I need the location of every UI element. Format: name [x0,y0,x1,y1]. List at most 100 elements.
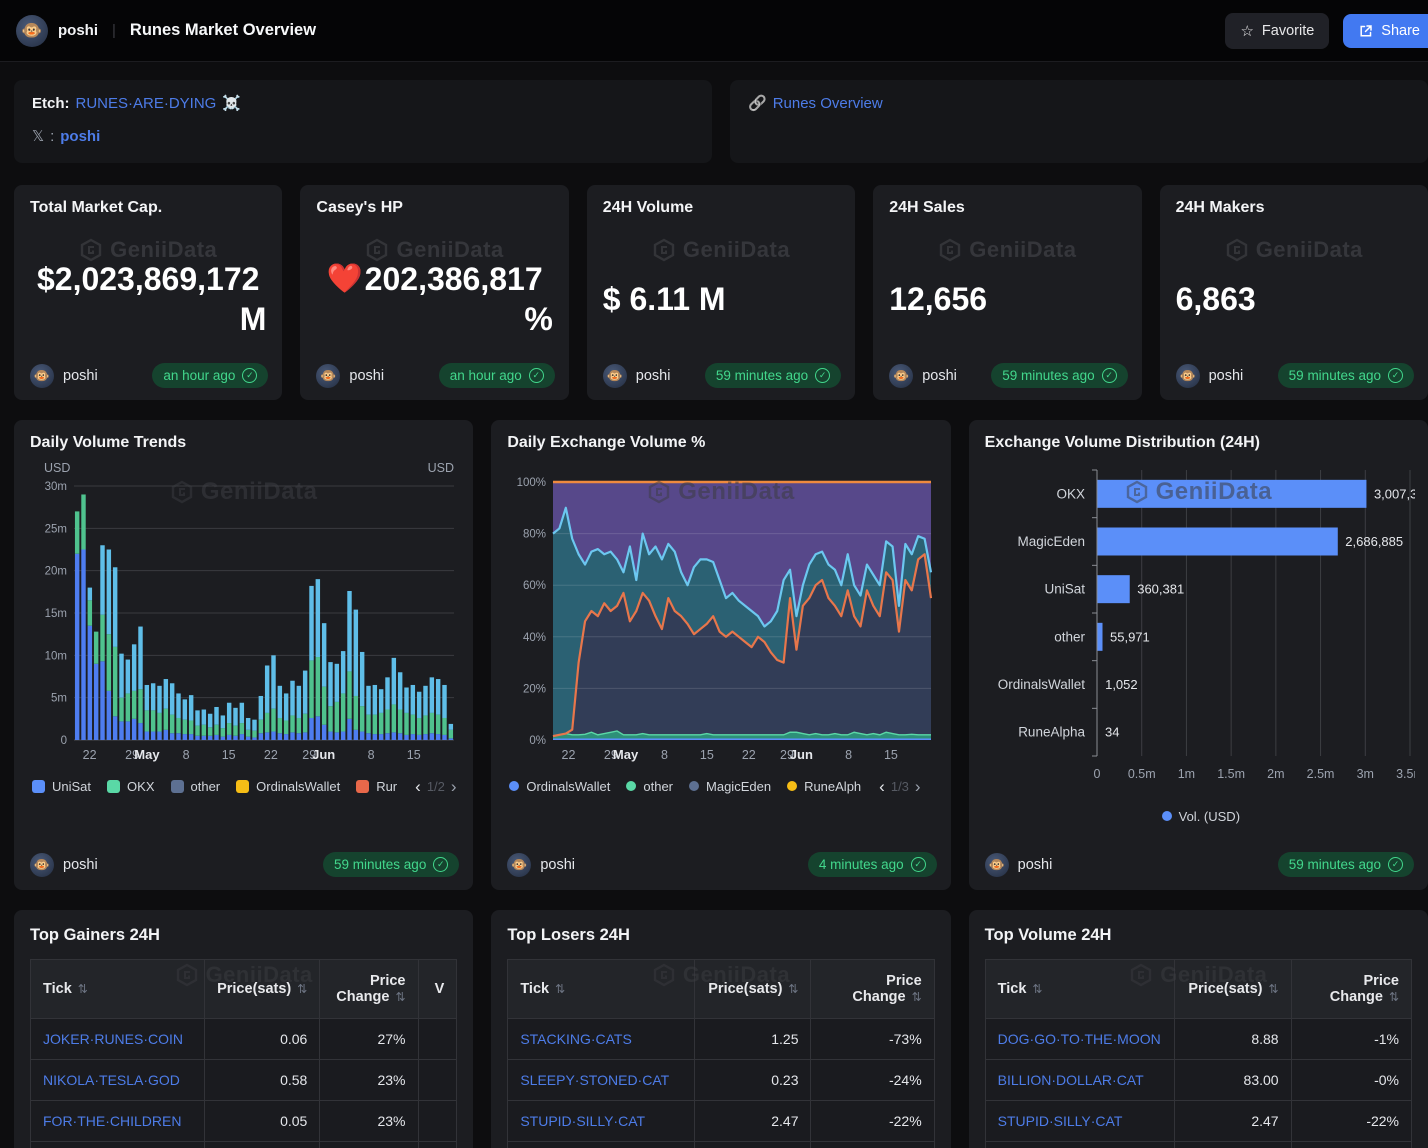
sort-icon[interactable]: ⇅ [555,982,565,996]
legend-label: RuneAlph [804,779,861,794]
runes-overview-link[interactable]: Runes Overview [773,95,883,112]
cell-value: 0.23 [694,1060,811,1101]
column-header-tick[interactable]: Tick⇅ [508,960,695,1019]
sort-icon[interactable]: ⇅ [1032,982,1042,996]
legend-label: Rur [376,779,397,794]
svg-text:10m: 10m [45,650,67,662]
legend-prev-arrow[interactable]: ‹ [415,778,421,795]
legend-item[interactable]: Rur [356,779,397,794]
legend-prev-arrow[interactable]: ‹ [879,778,885,795]
legend-item[interactable]: OrdinalsWallet [236,779,340,794]
sort-icon[interactable]: ⇅ [788,982,798,996]
author-avatar[interactable]: 🐵 [889,364,913,388]
exchange-volume-distribution-24h--chart[interactable]: 00.5m1m1.5m2m2.5m3m3.5mOKX3,007,318Magic… [985,456,1415,802]
table-row: JOKER·RUNES·COIN0.0627% [31,1019,457,1060]
tick-link[interactable]: BILLION·DOLLAR·CAT [985,1060,1174,1101]
author[interactable]: 🐵poshi [985,853,1053,877]
author-avatar[interactable]: 🐵 [30,364,54,388]
table-row: SLEEPY·STONED·CAT0.23-24% [508,1060,934,1101]
tick-link[interactable]: SLEEPY·STONED·CAT [508,1060,695,1101]
sort-icon[interactable]: ⇅ [1389,990,1399,1004]
legend-item[interactable]: OKX [107,779,154,794]
stat-title: 24H Makers [1176,199,1412,217]
author-avatar[interactable]: 🐵 [30,853,54,877]
cell-value: -22% [811,1101,934,1142]
column-header-v[interactable]: V [418,960,457,1019]
user-avatar[interactable]: 🐵 [16,15,48,47]
author[interactable]: 🐵poshi [507,853,575,877]
author[interactable]: 🐵poshi [1176,364,1244,388]
column-header-price-sats-[interactable]: Price(sats)⇅ [694,960,811,1019]
column-header-tick[interactable]: Tick⇅ [985,960,1174,1019]
author[interactable]: 🐵 poshi [889,364,957,388]
tick-link[interactable]: JOKER·RUNES·COIN [31,1019,205,1060]
favorite-button[interactable]: ☆ Favorite [1225,13,1329,49]
updated-time-text: an hour ago [163,368,235,383]
tick-link[interactable]: RUNES·X·BITCOIN [985,1142,1174,1148]
tick-link[interactable]: STACKING·CATS [508,1019,695,1060]
etch-rune-link[interactable]: RUNES·ARE·DYING [76,95,217,112]
sort-icon[interactable]: ⇅ [78,982,88,996]
tick-link[interactable]: STUPID·SILLY·CAT [508,1101,695,1142]
legend-label: other [191,779,221,794]
legend-swatch [1162,811,1172,821]
cell-value: 83.00 [1175,1060,1291,1101]
sort-icon[interactable]: ⇅ [395,990,405,1004]
column-header-price-change[interactable]: Price Change⇅ [811,960,934,1019]
svg-text:Jun: Jun [790,747,813,762]
tick-link[interactable]: NIKOLA·TESLA·GOD [31,1060,205,1101]
stacked-bars[interactable] [75,494,453,740]
tick-link[interactable]: DOG·GO·TO·THE·MOON [985,1019,1174,1060]
sort-icon[interactable]: ⇅ [1269,982,1279,996]
legend-swatch [171,780,184,793]
tick-link[interactable]: FOR·THE·CHILDREN [31,1101,205,1142]
column-header-price-sats-[interactable]: Price(sats)⇅ [205,960,320,1019]
author-avatar[interactable]: 🐵 [603,364,627,388]
author[interactable]: 🐵poshi [603,364,671,388]
author-avatar[interactable]: 🐵 [316,364,340,388]
author-avatar[interactable]: 🐵 [507,853,531,877]
tick-link[interactable]: CATS·IN·THE·SATS [508,1142,695,1148]
column-header-tick[interactable]: Tick⇅ [31,960,205,1019]
volume-bars[interactable]: OKX3,007,318MagicEden2,686,885UniSat360,… [997,480,1414,740]
top-losers-24h-card: Top Losers 24HGeniiDataTick⇅Price(sats)⇅… [491,910,950,1148]
svg-text:22: 22 [264,748,278,762]
legend-item[interactable]: RuneAlph [787,779,861,794]
legend-item[interactable]: OrdinalsWallet [509,779,610,794]
card-footer: 🐵poshi59 minutes ago✓ [889,363,1127,388]
author[interactable]: 🐵poshi [316,364,384,388]
legend-item[interactable]: MagicEden [689,779,771,794]
author-name: poshi [922,368,957,384]
x-profile-link[interactable]: poshi [60,128,100,145]
daily-volume-trends-chart[interactable]: USDUSD05m10m15m20m25m30m2229May8152229Ju… [30,456,460,772]
topbar-username[interactable]: poshi [58,22,98,39]
svg-text:22: 22 [83,748,97,762]
author-avatar[interactable]: 🐵 [1176,364,1200,388]
sort-icon[interactable]: ⇅ [912,990,922,1004]
daily-exchange-volume--chart[interactable]: 0%20%40%60%80%100%2229May8152229Jun815 [507,456,937,772]
column-header-price-sats-[interactable]: Price(sats)⇅ [1175,960,1291,1019]
legend-item[interactable]: other [626,779,673,794]
table-header-row: Tick⇅Price(sats)⇅Price Change⇅ [508,960,934,1019]
legend-item[interactable]: other [171,779,221,794]
column-header-price-change[interactable]: Price Change⇅ [320,960,418,1019]
legend-item[interactable]: Vol. (USD) [1162,809,1240,824]
cell-value: 14% [320,1142,418,1148]
legend-next-arrow[interactable]: › [915,778,921,795]
cell-value: 0.58 [205,1060,320,1101]
legend-label: OrdinalsWallet [256,779,340,794]
svg-text:3m: 3m [1356,767,1373,781]
author[interactable]: 🐵poshi [30,853,98,877]
cell-value [418,1019,457,1060]
author-avatar[interactable]: 🐵 [985,853,1009,877]
share-button[interactable]: Share [1343,14,1428,48]
svg-text:OrdinalsWallet: OrdinalsWallet [997,677,1085,692]
column-header-price-change[interactable]: Price Change⇅ [1291,960,1411,1019]
legend-next-arrow[interactable]: › [451,778,457,795]
tick-link[interactable]: STUPID·SILLY·CAT [985,1101,1174,1142]
tick-link[interactable]: HOPE·YOU·GET·RICH [31,1142,205,1148]
sort-icon[interactable]: ⇅ [297,982,307,996]
legend-item[interactable]: UniSat [32,779,91,794]
overview-link-card: 🔗 Runes Overview [730,80,1428,163]
author[interactable]: 🐵poshi [30,364,98,388]
